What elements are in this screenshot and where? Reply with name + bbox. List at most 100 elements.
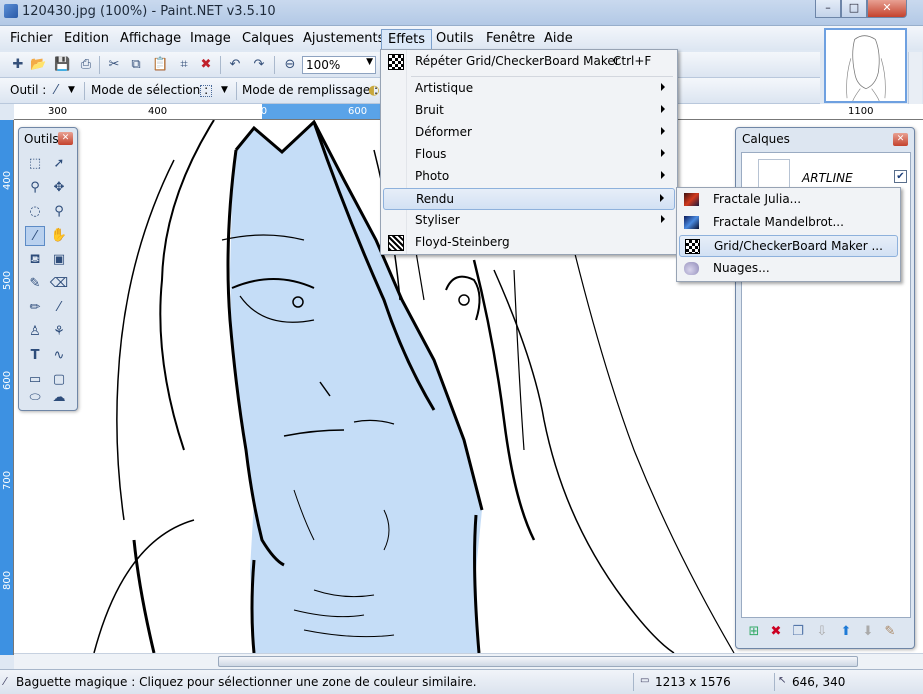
move-selected-icon[interactable]: ✥: [49, 178, 69, 198]
magic-wand-icon[interactable]: ⁄: [48, 83, 64, 99]
title-bar: 120430.jpg (100%) - Paint.NET v3.5.10 – …: [0, 0, 923, 26]
menu-aide[interactable]: Aide: [538, 29, 579, 49]
submenu-arrow-icon: [661, 171, 665, 179]
paintbrush-icon[interactable]: ✎: [25, 274, 45, 294]
menu-bar: Fichier Edition Affichage Image Calques …: [0, 26, 923, 50]
crop-icon[interactable]: ⌗: [176, 57, 192, 73]
clone-stamp-icon[interactable]: ♙: [25, 322, 45, 342]
selection-mode-icon[interactable]: [200, 85, 212, 97]
lasso-icon[interactable]: ⚲: [25, 178, 45, 198]
menu-image[interactable]: Image: [184, 29, 237, 49]
menu-item-nuages[interactable]: Nuages...: [679, 258, 898, 280]
undo-icon[interactable]: ↶: [227, 57, 243, 73]
add-layer-icon[interactable]: ⊞: [745, 623, 763, 641]
minimize-button[interactable]: –: [815, 0, 841, 18]
menu-item-label: Photo: [415, 169, 450, 183]
paint-bucket-icon[interactable]: ⛾: [25, 250, 45, 270]
menu-edition[interactable]: Edition: [58, 29, 115, 49]
gradient-icon[interactable]: ▣: [49, 250, 69, 270]
image-thumbnail[interactable]: [824, 28, 907, 103]
mandelbrot-fractal-icon: [684, 216, 699, 229]
close-icon[interactable]: ✕: [58, 132, 73, 145]
freeform-shape-icon[interactable]: ☁: [49, 388, 69, 408]
chevron-down-icon: ▼: [366, 57, 373, 67]
rectangle-select-icon[interactable]: ⬚: [25, 154, 45, 174]
menu-item-floyd-steinberg[interactable]: Floyd-Steinberg: [383, 232, 675, 254]
menu-fenetre[interactable]: Fenêtre: [480, 29, 541, 49]
zoom-select[interactable]: 100% ▼: [302, 56, 376, 74]
horizontal-scrollbar[interactable]: [14, 653, 923, 669]
duplicate-layer-icon[interactable]: ❐: [789, 623, 807, 641]
submenu-arrow-icon: [661, 105, 665, 113]
menu-item-fractale-julia[interactable]: Fractale Julia...: [679, 189, 898, 211]
open-file-icon[interactable]: 📂: [30, 57, 46, 73]
close-button[interactable]: ✕: [867, 0, 907, 18]
pan-hand-icon[interactable]: ✋: [49, 226, 69, 246]
pencil-icon[interactable]: ✏: [25, 298, 45, 318]
menu-item-label: Artistique: [415, 81, 474, 95]
ruler-label: 600: [348, 106, 368, 117]
menu-affichage[interactable]: Affichage: [114, 29, 187, 49]
menu-item-label: Styliser: [415, 213, 460, 227]
menu-item-rendu[interactable]: Rendu: [383, 188, 675, 210]
save-icon[interactable]: 💾: [54, 57, 70, 73]
menu-item-photo[interactable]: Photo: [383, 166, 675, 188]
line-curve-icon[interactable]: ∿: [49, 346, 69, 366]
image-size: 1213 x 1576: [655, 675, 731, 689]
menu-item-label: Bruit: [415, 103, 444, 117]
cut-icon[interactable]: ✂: [106, 57, 122, 73]
menu-item-styliser[interactable]: Styliser: [383, 210, 675, 232]
chevron-down-icon[interactable]: ▼: [221, 85, 228, 95]
redo-icon[interactable]: ↷: [251, 57, 267, 73]
recolor-icon[interactable]: ⚘: [49, 322, 69, 342]
zoom-out-icon[interactable]: ⊖: [282, 57, 298, 73]
print-icon[interactable]: ⎙: [78, 57, 94, 73]
menu-item-deformer[interactable]: Déformer: [383, 122, 675, 144]
menu-item-artistique[interactable]: Artistique: [383, 78, 675, 100]
merge-down-icon[interactable]: ⇩: [813, 623, 831, 641]
menu-calques[interactable]: Calques: [236, 29, 300, 49]
move-layer-up-icon[interactable]: ⬆: [837, 623, 855, 641]
menu-item-repeat-effect[interactable]: Répéter Grid/CheckerBoard Maker Ctrl+F: [383, 51, 675, 73]
move-selection-icon[interactable]: ➚: [49, 154, 69, 174]
deselect-icon[interactable]: ✖: [198, 57, 214, 73]
menu-effets[interactable]: Effets: [381, 29, 433, 49]
copy-icon[interactable]: ⧉: [128, 57, 144, 73]
menu-item-fractale-mandelbrot[interactable]: Fractale Mandelbrot...: [679, 212, 898, 234]
close-icon[interactable]: ✕: [893, 133, 908, 146]
menu-item-label: Floyd-Steinberg: [415, 235, 510, 249]
menu-outils[interactable]: Outils: [430, 29, 480, 49]
ruler-label: 500: [2, 270, 13, 290]
eraser-icon[interactable]: ⌫: [49, 274, 69, 294]
ellipse-select-icon[interactable]: ◌: [25, 202, 45, 222]
ruler-label: 700: [2, 470, 13, 490]
thumbnail-scrollbar[interactable]: [908, 52, 922, 104]
tool-label: Outil :: [10, 83, 47, 97]
ruler-left: 400 500 600 700 800: [0, 120, 14, 655]
submenu-arrow-icon: [661, 149, 665, 157]
maximize-button[interactable]: □: [841, 0, 867, 18]
magic-wand-icon[interactable]: ⁄: [25, 226, 45, 246]
menu-item-bruit[interactable]: Bruit: [383, 100, 675, 122]
layer-properties-icon[interactable]: ✎: [881, 623, 899, 641]
delete-layer-icon[interactable]: ✖: [767, 623, 785, 641]
color-picker-icon[interactable]: ⁄: [49, 298, 69, 318]
menu-ajustements[interactable]: Ajustements: [297, 29, 390, 49]
menu-item-flous[interactable]: Flous: [383, 144, 675, 166]
layer-visibility-checkbox[interactable]: ✔: [894, 170, 907, 183]
rounded-rectangle-icon[interactable]: ▢: [49, 370, 69, 390]
menu-fichier[interactable]: Fichier: [4, 29, 59, 49]
zoom-icon[interactable]: ⚲: [49, 202, 69, 222]
text-tool-icon[interactable]: T: [25, 346, 45, 366]
paste-icon[interactable]: 📋: [152, 57, 168, 73]
ellipse-shape-icon[interactable]: ⬭: [25, 388, 45, 408]
move-layer-down-icon[interactable]: ⬇: [859, 623, 877, 641]
new-file-icon[interactable]: ✚: [10, 57, 26, 73]
ruler-label: 400: [148, 106, 168, 117]
ruler-label: 600: [2, 370, 13, 390]
rectangle-shape-icon[interactable]: ▭: [25, 370, 45, 390]
menu-item-grid-checkerboard-maker[interactable]: Grid/CheckerBoard Maker ...: [679, 235, 898, 257]
scrollbar-thumb[interactable]: [218, 656, 858, 667]
layers-window-title: Calques: [742, 132, 790, 146]
chevron-down-icon[interactable]: ▼: [68, 85, 75, 95]
